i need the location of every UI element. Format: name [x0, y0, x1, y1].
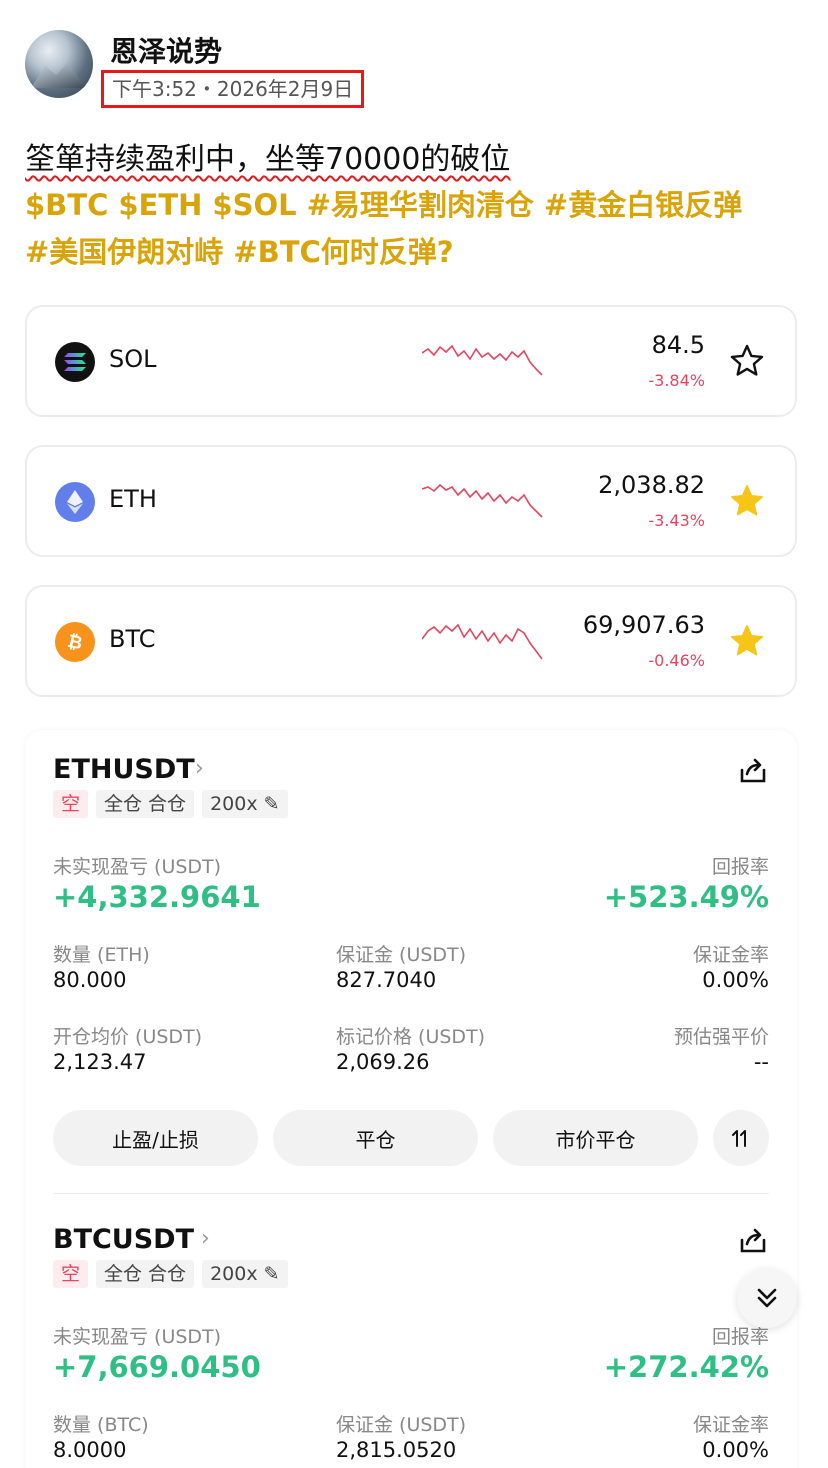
coin-change: -0.46%	[648, 651, 705, 670]
margin-label: 保证金 (USDT)	[336, 1414, 467, 1436]
hashtag-line-1: $BTC $ETH $SOL #易理华割肉清仓 #黄金白银反弹	[25, 182, 815, 229]
hashtag-yilihua[interactable]: #易理华割肉清仓	[307, 188, 534, 222]
tag-sol[interactable]: $SOL	[212, 188, 296, 222]
sparkline-eth	[422, 483, 543, 518]
sparkline-btc	[422, 623, 543, 660]
post-header: 恩泽说势 下午3:52・2026年2月9日	[25, 30, 805, 110]
solana-icon	[55, 342, 95, 382]
scroll-down-button[interactable]	[737, 1268, 797, 1328]
margin-mode-badge: 全仓 合仓	[96, 790, 195, 818]
qty-label: 数量 (BTC)	[53, 1414, 149, 1436]
position-tags: 空 全仓 合仓 200x ✎	[53, 790, 288, 818]
leverage-value: 200x	[210, 1263, 258, 1285]
coin-name: ETH	[109, 485, 157, 513]
double-chevron-down-icon	[757, 1288, 777, 1308]
leverage-value: 200x	[210, 793, 258, 815]
position-btcusdt: BTCUSDT › 空 全仓 合仓 200x ✎ 未实现盈亏 (USDT) +7…	[53, 1224, 769, 1468]
margin-mode-badge: 全仓 合仓	[96, 1260, 195, 1288]
coin-price: 84.5	[651, 331, 705, 359]
margin-rate-label: 保证金率	[692, 1414, 769, 1436]
swap-arrows-icon	[732, 1130, 746, 1147]
positions-card: ETHUSDT › 空 全仓 合仓 200x ✎ 未实现盈亏 (USDT) +4…	[25, 730, 797, 1468]
coin-card-eth[interactable]: ETH 2,038.82 -3.43%	[25, 445, 797, 557]
post-timestamp: 下午3:52・2026年2月9日	[101, 70, 365, 108]
qty-value: 8.0000	[53, 1438, 127, 1462]
coin-price: 69,907.63	[582, 611, 705, 639]
qty-label: 数量 (ETH)	[53, 944, 150, 966]
liq-price-label: 预估强平价	[673, 1026, 769, 1048]
coin-name: SOL	[109, 345, 157, 373]
hashtag-line-2: #美国伊朗对峙 #BTC何时反弹?	[25, 229, 815, 276]
roe-value: +272.42%	[603, 1350, 769, 1384]
roe-label: 回报率	[711, 856, 769, 878]
swap-arrows-button[interactable]	[713, 1110, 769, 1166]
tp-sl-button[interactable]: 止盈/止损	[53, 1110, 258, 1166]
margin-rate-value: 0.00%	[702, 1438, 769, 1462]
margin-rate-value: 0.00%	[702, 968, 769, 992]
entry-price-value: 2,123.47	[53, 1050, 147, 1074]
share-icon[interactable]	[737, 1224, 769, 1256]
pnl-label: 未实现盈亏 (USDT)	[53, 856, 222, 878]
coin-change: -3.84%	[648, 371, 705, 390]
hashtag-btc-rebound[interactable]: #BTC何时反弹?	[233, 235, 453, 269]
mark-price-label: 标记价格 (USDT)	[336, 1026, 486, 1048]
coin-price: 2,038.82	[598, 471, 705, 499]
star-filled-icon[interactable]	[729, 623, 765, 659]
qty-value: 80.000	[53, 968, 127, 992]
coin-name: BTC	[109, 625, 156, 653]
chevron-right-icon[interactable]: ›	[195, 756, 204, 781]
avatar[interactable]	[25, 30, 93, 98]
roe-value: +523.49%	[603, 880, 769, 914]
pnl-label: 未实现盈亏 (USDT)	[53, 1326, 222, 1348]
close-position-button[interactable]: 平仓	[273, 1110, 478, 1166]
hashtag-gold-silver[interactable]: #黄金白银反弹	[544, 188, 742, 222]
side-badge: 空	[53, 790, 89, 818]
post-body: 筌箪持续盈利中，坐等70000的破位 $BTC $ETH $SOL #易理华割肉清仓 #…	[25, 138, 815, 276]
market-close-button[interactable]: 市价平仓	[493, 1110, 698, 1166]
author-name[interactable]: 恩泽说势	[110, 30, 222, 70]
svg-text:₿: ₿	[66, 631, 85, 654]
edit-icon: ✎	[263, 1263, 280, 1285]
margin-value: 827.7040	[336, 968, 437, 992]
bitcoin-icon: ₿	[55, 622, 95, 662]
tag-eth[interactable]: $ETH	[118, 188, 202, 222]
tag-btc[interactable]: $BTC	[25, 188, 108, 222]
star-outline-icon[interactable]	[729, 343, 765, 379]
mark-price-value: 2,069.26	[336, 1050, 430, 1074]
hashtag-us-iran[interactable]: #美国伊朗对峙	[25, 235, 223, 269]
position-ethusdt: ETHUSDT › 空 全仓 合仓 200x ✎ 未实现盈亏 (USDT) +4…	[53, 754, 769, 1194]
pnl-value: +4,332.9641	[53, 880, 261, 914]
post-text-line: 筌箪持续盈利中，坐等70000的破位	[25, 138, 815, 182]
star-filled-icon[interactable]	[729, 483, 765, 519]
margin-rate-label: 保证金率	[692, 944, 769, 966]
chevron-right-icon[interactable]: ›	[201, 1226, 210, 1251]
leverage-badge[interactable]: 200x ✎	[202, 1260, 288, 1288]
position-divider	[53, 1193, 769, 1194]
sparkline-sol	[422, 344, 543, 376]
coin-change: -3.43%	[648, 511, 705, 530]
margin-label: 保证金 (USDT)	[336, 944, 467, 966]
margin-value: 2,815.0520	[336, 1438, 457, 1462]
coin-card-sol[interactable]: SOL 84.5 -3.84%	[25, 305, 797, 417]
position-symbol[interactable]: BTCUSDT	[53, 1224, 194, 1255]
ethereum-icon	[55, 482, 95, 522]
liq-price-value: --	[753, 1050, 769, 1074]
side-badge: 空	[53, 1260, 89, 1288]
edit-icon: ✎	[263, 793, 280, 815]
entry-price-label: 开仓均价 (USDT)	[53, 1026, 203, 1048]
share-icon[interactable]	[737, 754, 769, 786]
position-tags: 空 全仓 合仓 200x ✎	[53, 1260, 288, 1288]
pnl-value: +7,669.0450	[53, 1350, 261, 1384]
leverage-badge[interactable]: 200x ✎	[202, 790, 288, 818]
position-symbol[interactable]: ETHUSDT	[53, 754, 195, 785]
post-text: 筌箪持续盈利中，坐等70000的破位	[25, 142, 511, 177]
coin-card-btc[interactable]: ₿ BTC 69,907.63 -0.46%	[25, 585, 797, 697]
